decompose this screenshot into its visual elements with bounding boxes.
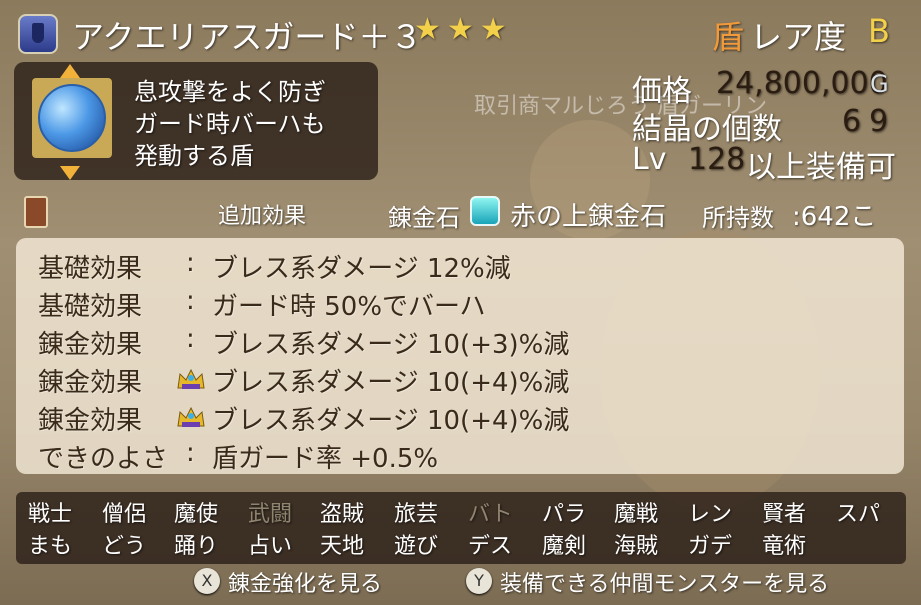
category-kanji: 盾 <box>712 18 745 56</box>
job-label: 魔剣 <box>542 534 587 559</box>
effect-text: ガード時 50%でバーハ <box>212 292 486 322</box>
view-monsters-button[interactable]: 装備できる仲間モンスターを見る <box>500 566 829 598</box>
job-label-unavailable: バト <box>468 502 513 527</box>
level-prefix: Lv <box>632 142 667 177</box>
job-label: ガデ <box>688 534 733 559</box>
effect-colon: : <box>186 248 195 278</box>
job-label-unavailable: 武闘 <box>248 502 293 527</box>
rarity-value: B <box>868 12 890 50</box>
job-label: 海賊 <box>614 534 659 559</box>
owned-count-label: 所持数 <box>702 204 774 232</box>
job-label: 占い <box>248 534 293 559</box>
item-title: アクエリアスガード＋３ <box>72 18 423 56</box>
job-label: 戦士 <box>28 502 73 527</box>
effect-colon: : <box>186 324 195 354</box>
alchemy-stone-name: 赤の上錬金石 <box>510 202 667 232</box>
book-icon <box>24 196 48 228</box>
arrow-down-icon[interactable] <box>60 166 80 180</box>
x-button-icon[interactable]: X <box>194 568 220 594</box>
price-unit: G <box>870 70 889 98</box>
description-line: 息攻撃をよく防ぎ <box>134 78 326 106</box>
job-label: スパ <box>836 502 881 527</box>
shield-category-icon <box>18 14 58 54</box>
job-label: 竜術 <box>762 534 807 559</box>
effect-colon: : <box>186 286 195 316</box>
view-alchemy-button[interactable]: 錬金強化を見る <box>228 566 382 598</box>
crown-icon <box>177 406 205 427</box>
job-label: 踊り <box>174 534 219 559</box>
job-label: デス <box>468 534 513 559</box>
effect-text: ブレス系ダメージ 10(+4)%減 <box>212 406 570 436</box>
description-line: ガード時バーハも <box>134 110 326 138</box>
job-label: 旅芸 <box>394 502 439 527</box>
effect-label: できのよさ <box>38 444 169 474</box>
effect-label: 錬金効果 <box>38 330 143 360</box>
job-label: 僧侶 <box>102 502 147 527</box>
alchemy-stone-label: 錬金石 <box>388 204 460 232</box>
effect-label: 錬金効果 <box>38 406 143 436</box>
crown-icon <box>177 368 205 389</box>
extra-effect-label: 追加効果 <box>218 204 307 229</box>
job-label: パラ <box>542 502 587 527</box>
owned-count-value: :642こ <box>792 202 877 232</box>
job-label: まも <box>28 534 73 559</box>
shield-item-icon <box>38 84 106 152</box>
arrow-up-icon[interactable] <box>60 64 80 78</box>
job-label: 魔戦 <box>614 502 659 527</box>
job-label: どう <box>102 534 147 559</box>
job-label: 魔使 <box>174 502 219 527</box>
y-button-icon[interactable]: Y <box>466 568 492 594</box>
effect-text: ブレス系ダメージ 10(+4)%減 <box>212 368 570 398</box>
effect-label: 基礎効果 <box>38 292 143 322</box>
star-rating: ★★★ <box>414 12 513 47</box>
job-label: 賢者 <box>762 502 807 527</box>
price-value: 24,800,000 <box>716 66 888 101</box>
rarity-label: レア度 <box>750 18 847 56</box>
job-label: 遊び <box>394 534 439 559</box>
effect-text: 盾ガード率 +0.5% <box>212 444 439 474</box>
job-label: 天地 <box>320 534 365 559</box>
description-line: 発動する盾 <box>134 142 254 170</box>
job-label: レン <box>688 502 733 527</box>
level-suffix: 以上装備可 <box>746 150 896 185</box>
effect-colon: : <box>186 438 195 468</box>
job-label: 盗賊 <box>320 502 365 527</box>
effect-label: 錬金効果 <box>38 368 143 398</box>
effect-text: ブレス系ダメージ 10(+3)%減 <box>212 330 570 360</box>
effect-text: ブレス系ダメージ 12%減 <box>212 254 511 284</box>
crystal-value: 69 <box>842 104 897 139</box>
effect-label: 基礎効果 <box>38 254 143 284</box>
level-value: 128 <box>688 142 746 177</box>
alchemy-stone-icon <box>470 196 500 226</box>
